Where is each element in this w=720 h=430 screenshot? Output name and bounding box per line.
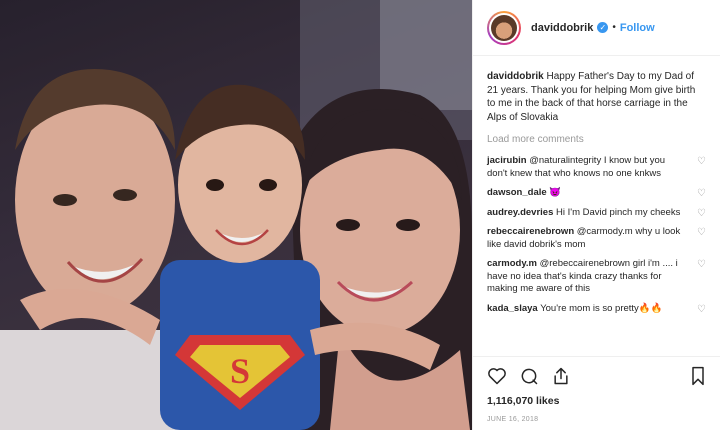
- comment-like-heart-icon[interactable]: ♡: [697, 228, 707, 238]
- verified-badge-icon: ✓: [597, 22, 609, 33]
- post-actions: 1,116,070 likes JUNE 16, 2018: [473, 356, 720, 430]
- comment-username[interactable]: dawson_dale: [487, 187, 547, 198]
- comment-like-heart-icon[interactable]: ♡: [697, 260, 707, 270]
- comment: kada_slaya You're mom is so pretty🔥🔥 ♡: [487, 303, 707, 316]
- comment: audrey.devries Hi I'm David pinch my che…: [487, 207, 707, 220]
- action-icons-row: [487, 365, 707, 387]
- load-more-comments-link[interactable]: Load more comments: [487, 134, 707, 145]
- comments-section: daviddobrik Happy Father's Day to my Dad…: [473, 64, 720, 354]
- comment-username[interactable]: jacirubin: [487, 155, 527, 166]
- comment: jacirubin @naturalintegrity I know but y…: [487, 155, 707, 180]
- comment-like-heart-icon[interactable]: ♡: [697, 304, 707, 315]
- comment: carmody.m @rebeccairenebrown girl i'm ..…: [487, 258, 707, 296]
- comment-like-heart-icon[interactable]: ♡: [697, 189, 707, 199]
- comment-username[interactable]: carmody.m: [487, 258, 537, 269]
- post-caption: daviddobrik Happy Father's Day to my Dad…: [487, 70, 702, 124]
- caption-username[interactable]: daviddobrik: [487, 71, 544, 82]
- family-photo-illustration: S: [0, 0, 472, 430]
- comment-text: Hi I'm David pinch my cheeks: [556, 206, 681, 218]
- comment: dawson_dale 😈 ♡: [487, 187, 707, 200]
- comment-text: You're mom is so pretty🔥🔥: [540, 302, 663, 314]
- comment: rebeccairenebrown @carmody.m why u look …: [487, 226, 707, 251]
- post-side-panel: daviddobrik ✓ • Follow daviddobrik Happy…: [472, 0, 720, 430]
- comment-like-heart-icon[interactable]: ♡: [697, 157, 707, 167]
- comment-username[interactable]: kada_slaya: [487, 303, 538, 314]
- comment-icon[interactable]: [519, 366, 539, 386]
- comment-text: 😈: [549, 187, 562, 198]
- comment-username[interactable]: rebeccairenebrown: [487, 226, 574, 237]
- post-header: daviddobrik ✓ • Follow: [473, 0, 720, 56]
- heart-icon[interactable]: [487, 366, 507, 386]
- avatar-image: [491, 14, 517, 41]
- comment-like-heart-icon[interactable]: ♡: [697, 208, 707, 219]
- header-username[interactable]: daviddobrik: [531, 22, 593, 34]
- likes-count[interactable]: 1,116,070 likes: [487, 395, 707, 407]
- instagram-post: S daviddobrik ✓ • Follow daviddobrik Hap…: [0, 0, 720, 430]
- post-date: JUNE 16, 2018: [487, 416, 539, 423]
- avatar[interactable]: [487, 10, 521, 45]
- share-icon[interactable]: [551, 366, 571, 386]
- separator-dot: •: [612, 22, 616, 33]
- follow-button[interactable]: Follow: [620, 22, 655, 34]
- comment-username[interactable]: audrey.devries: [487, 207, 553, 218]
- bookmark-icon[interactable]: [689, 366, 707, 386]
- post-photo: S: [0, 0, 472, 430]
